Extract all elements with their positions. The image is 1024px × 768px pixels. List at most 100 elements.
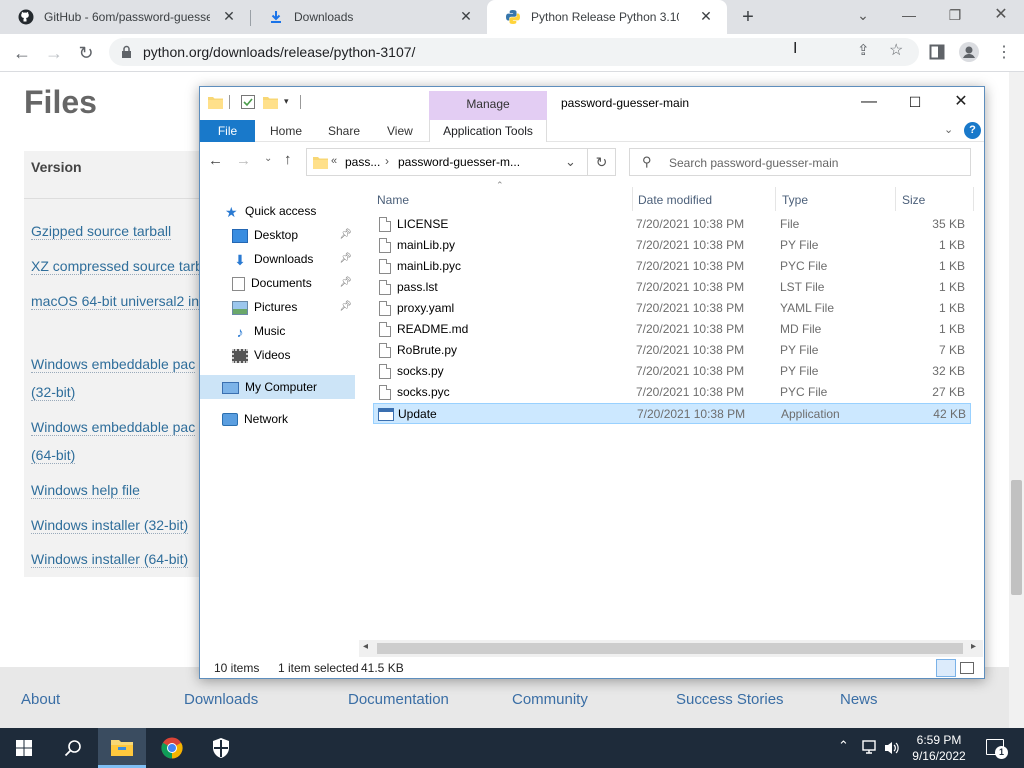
tab-file[interactable]: File <box>200 120 255 142</box>
new-tab-button[interactable]: + <box>734 4 762 30</box>
help-icon[interactable]: ? <box>964 122 981 139</box>
menu-kebab-icon[interactable]: ⋮ <box>996 42 1012 62</box>
tab-share[interactable]: Share <box>328 122 360 142</box>
link-windows-installer-32[interactable]: Windows installer (32-bit) <box>31 517 189 534</box>
taskbar-file-explorer[interactable] <box>98 728 146 768</box>
link-windows-embeddable-64-suffix[interactable]: (64-bit) <box>31 447 76 464</box>
recent-locations-icon[interactable]: ⌄ <box>264 153 272 164</box>
pin-icon[interactable]: 📌︎ <box>339 223 352 247</box>
network-tray-icon[interactable] <box>862 740 880 756</box>
column-divider[interactable] <box>973 187 974 211</box>
pin-icon[interactable]: 📌︎ <box>339 295 352 319</box>
tab-home[interactable]: Home <box>270 122 302 142</box>
footer-link-community[interactable]: Community <box>512 691 588 708</box>
notifications-icon[interactable]: 1 <box>986 739 1008 759</box>
scroll-left-icon[interactable]: ◂ <box>363 641 368 652</box>
profile-avatar-icon[interactable] <box>959 42 979 62</box>
properties-icon[interactable] <box>241 95 255 109</box>
manage-context-tab[interactable]: Manage <box>429 91 547 120</box>
link-windows-embeddable-32[interactable]: Windows embeddable pac <box>31 356 196 373</box>
file-row-socks-py[interactable]: socks.py 7/20/2021 10:38 PM PY File 32 K… <box>373 361 971 382</box>
footer-link-success-stories[interactable]: Success Stories <box>676 691 784 708</box>
close-tab-icon[interactable]: ✕ <box>459 9 473 23</box>
tab-downloads[interactable]: Downloads ✕ <box>250 0 487 34</box>
link-macos-installer[interactable]: macOS 64-bit universal2 in <box>31 293 200 310</box>
file-row-robrute-py[interactable]: RoBrute.py 7/20/2021 10:38 PM PY File 7 … <box>373 340 971 361</box>
tab-search-icon[interactable]: ⌄ <box>840 0 886 30</box>
tab-view[interactable]: View <box>387 122 413 142</box>
close-window-button[interactable]: ✕ <box>978 0 1024 30</box>
page-scrollbar-thumb[interactable] <box>1011 480 1022 595</box>
footer-link-about[interactable]: About <box>21 691 60 708</box>
scroll-right-icon[interactable]: ▸ <box>971 641 976 652</box>
tab-github[interactable]: GitHub - 6om/password-guesser-main ✕ <box>0 0 250 34</box>
nav-videos[interactable]: Videos <box>200 343 356 367</box>
footer-link-news[interactable]: News <box>840 691 878 708</box>
explorer-close-button[interactable]: ✕ <box>938 87 984 117</box>
link-windows-installer-64[interactable]: Windows installer (64-bit) <box>31 551 189 568</box>
close-tab-icon[interactable]: ✕ <box>222 9 236 23</box>
refresh-button[interactable]: ↻ <box>588 148 616 176</box>
link-windows-embeddable-64[interactable]: Windows embeddable pac <box>31 419 196 436</box>
security-shield-icon[interactable] <box>211 737 231 759</box>
show-hidden-icons-icon[interactable]: ⌃ <box>838 738 849 754</box>
file-row-readme[interactable]: README.md 7/20/2021 10:38 PM MD File 1 K… <box>373 319 971 340</box>
address-bar[interactable]: python.org/downloads/release/python-3107… <box>109 38 919 66</box>
horizontal-scrollbar-thumb[interactable] <box>377 643 963 654</box>
tab-application-tools[interactable]: Application Tools <box>429 120 547 142</box>
nav-documents[interactable]: Documents 📌︎ <box>200 271 356 295</box>
link-gzipped-tarball[interactable]: Gzipped source tarball <box>31 223 172 240</box>
page-scrollbar[interactable] <box>1009 72 1024 728</box>
new-folder-icon[interactable] <box>263 95 278 109</box>
explorer-forward-icon[interactable]: → <box>236 152 251 169</box>
column-divider[interactable] <box>632 187 633 211</box>
share-icon[interactable]: ⇪ <box>857 41 870 59</box>
side-panel-icon[interactable] <box>929 44 945 60</box>
horizontal-scrollbar[interactable]: ◂ ▸ <box>359 640 983 657</box>
footer-link-documentation[interactable]: Documentation <box>348 691 449 708</box>
breadcrumb-current[interactable]: password-guesser-m... <box>398 155 520 169</box>
volume-icon[interactable] <box>884 740 900 756</box>
pin-icon[interactable]: 📌︎ <box>339 247 352 271</box>
explorer-back-icon[interactable]: ← <box>208 152 223 169</box>
column-divider[interactable] <box>775 187 776 211</box>
column-header-date-modified[interactable]: Date modified <box>638 189 712 211</box>
column-header-size[interactable]: Size <box>902 189 925 211</box>
file-row-mainlib-pyc[interactable]: mainLib.pyc 7/20/2021 10:38 PM PYC File … <box>373 256 971 277</box>
nav-music[interactable]: ♪ Music <box>200 319 356 343</box>
column-header-name[interactable]: Name <box>377 189 409 211</box>
address-dropdown-icon[interactable]: ⌄ <box>565 154 576 170</box>
tab-python-release[interactable]: Python Release Python 3.10.7 | Python.or… <box>487 0 727 34</box>
nav-desktop[interactable]: Desktop 📌︎ <box>200 223 356 247</box>
search-box[interactable]: ⚲ Search password-guesser-main <box>629 148 971 176</box>
search-icon[interactable] <box>64 739 82 757</box>
nav-quick-access[interactable]: ★ Quick access <box>200 199 356 223</box>
column-header-type[interactable]: Type <box>782 189 808 211</box>
up-folder-icon[interactable]: ↑ <box>284 151 292 168</box>
reload-button[interactable]: ↻ <box>72 40 100 66</box>
explorer-minimize-button[interactable]: — <box>846 87 892 117</box>
column-divider[interactable] <box>895 187 896 211</box>
close-tab-icon[interactable]: ✕ <box>699 9 713 23</box>
file-row-pass-lst[interactable]: pass.lst 7/20/2021 10:38 PM LST File 1 K… <box>373 277 971 298</box>
details-view-icon[interactable] <box>936 659 956 677</box>
customize-qat-icon[interactable]: ▾ <box>284 96 289 107</box>
nav-pictures[interactable]: Pictures 📌︎ <box>200 295 356 319</box>
file-row-socks-pyc[interactable]: socks.pyc 7/20/2021 10:38 PM PYC File 27… <box>373 382 971 403</box>
explorer-maximize-button[interactable]: ☐ <box>892 87 938 117</box>
footer-link-downloads[interactable]: Downloads <box>184 691 258 708</box>
nav-my-computer[interactable]: My Computer <box>200 375 355 399</box>
file-row-update[interactable]: Update 7/20/2021 10:38 PM Application 42… <box>373 403 971 424</box>
breadcrumb-parent[interactable]: pass... <box>345 155 380 169</box>
pin-icon[interactable]: 📌︎ <box>339 271 352 295</box>
file-row-license[interactable]: LICENSE 7/20/2021 10:38 PM File 35 KB <box>373 214 971 235</box>
link-xz-tarball[interactable]: XZ compressed source tarb <box>31 258 203 275</box>
bookmark-star-icon[interactable]: ☆ <box>889 40 903 60</box>
minimize-button[interactable]: — <box>886 0 932 30</box>
explorer-address-bar[interactable]: « pass... › password-guesser-m... ⌄ <box>306 148 588 176</box>
file-row-mainlib-py[interactable]: mainLib.py 7/20/2021 10:38 PM PY File 1 … <box>373 235 971 256</box>
chrome-icon[interactable] <box>161 737 183 759</box>
back-button[interactable]: ← <box>8 40 36 66</box>
expand-ribbon-icon[interactable]: ⌄ <box>944 123 953 136</box>
forward-button[interactable]: → <box>40 40 68 66</box>
